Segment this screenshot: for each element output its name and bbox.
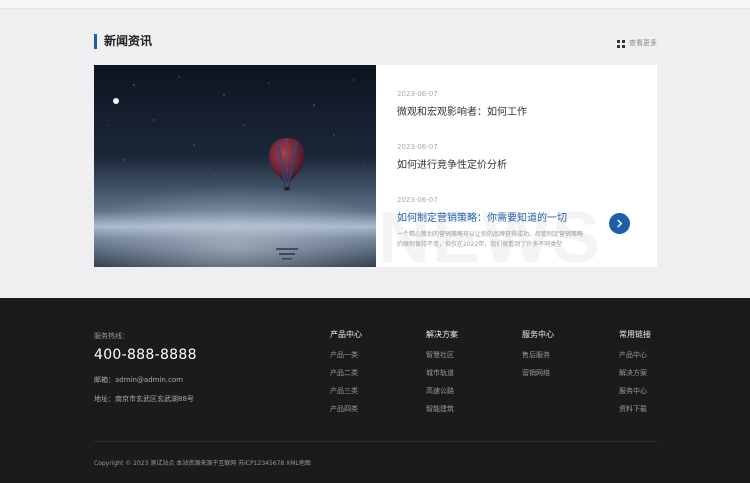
footer-link[interactable]: 解决方案 <box>619 369 651 378</box>
footer-link[interactable]: 售后服务 <box>522 351 554 360</box>
hot-air-balloon-night-image <box>94 65 376 267</box>
footer-link[interactable]: 高速公路 <box>426 387 458 396</box>
footer-link[interactable]: 城市轨道 <box>426 369 458 378</box>
news-title[interactable]: 如何进行竞争性定价分析 <box>397 159 507 172</box>
chevron-right-icon <box>617 219 623 228</box>
news-item[interactable]: 2023-06-07 如何进行竞争性定价分析 <box>397 143 507 172</box>
copyright-text: Copyright © 2023 测试站点 本站资源来源于互联网 苏ICP123… <box>94 460 311 467</box>
footer-column-heading: 产品中心 <box>330 330 362 339</box>
news-date: 2023-06-07 <box>397 143 438 151</box>
next-arrow-button[interactable] <box>609 213 630 234</box>
footer-divider <box>94 441 657 442</box>
footer-column-heading: 解决方案 <box>426 330 458 339</box>
news-title[interactable]: 微观和宏观影响者：如何工作 <box>397 106 527 119</box>
footer-column-heading: 常用链接 <box>619 330 651 339</box>
news-list: NEWS 2023-06-07 微观和宏观影响者：如何工作 2023-06-07… <box>376 65 657 267</box>
hotline-number: 400-888-8888 <box>94 347 197 363</box>
news-date: 2023-06-07 <box>397 90 438 98</box>
footer-link[interactable]: 产品二类 <box>330 369 362 378</box>
footer-column-links: 常用链接 产品中心 解决方案 服务中心 资料下载 <box>619 330 651 414</box>
news-summary: 一个精心策划的营销策略可以让你的品牌获得成功。尽管制定营销策略的原则保持不变，但… <box>397 231 584 248</box>
footer-column-products: 产品中心 产品一类 产品二类 产品三类 产品四类 <box>330 330 362 414</box>
contact-address: 地址：南京市玄武区玄武湖88号 <box>94 395 194 403</box>
grid-icon <box>617 39 625 48</box>
footer-column-heading: 服务中心 <box>522 330 554 339</box>
section-title: 新闻资讯 <box>94 34 152 49</box>
news-item-active[interactable]: 2023-06-07 如何制定营销策略：你需要知道的一切 一个精心策划的营销策略… <box>397 196 587 250</box>
news-item[interactable]: 2023-06-07 微观和宏观影响者：如何工作 <box>397 90 527 119</box>
contact-email: 邮箱：admin@admin.com <box>94 376 184 384</box>
news-hero-image[interactable] <box>94 65 376 267</box>
news-date: 2023-06-07 <box>397 196 438 204</box>
footer-link[interactable]: 服务中心 <box>619 387 651 396</box>
footer-link[interactable]: 智慧社区 <box>426 351 458 360</box>
footer-link[interactable]: 产品三类 <box>330 387 362 396</box>
footer-column-solutions: 解决方案 智慧社区 城市轨道 高速公路 智能建筑 <box>426 330 458 414</box>
footer-link[interactable]: 产品中心 <box>619 351 651 360</box>
footer-link[interactable]: 产品四类 <box>330 405 362 414</box>
footer-link[interactable]: 产品一类 <box>330 351 362 360</box>
hotline-label: 服务热线： <box>94 332 129 340</box>
footer-link[interactable]: 营销网络 <box>522 369 554 378</box>
news-title[interactable]: 如何制定营销策略：你需要知道的一切 <box>397 212 587 225</box>
footer: 服务热线： 400-888-8888 邮箱：admin@admin.com 地址… <box>0 298 750 483</box>
footer-column-service: 服务中心 售后服务 营销网络 <box>522 330 554 378</box>
footer-link[interactable]: 资料下载 <box>619 405 651 414</box>
top-strip <box>0 0 750 9</box>
footer-link[interactable]: 智能建筑 <box>426 405 458 414</box>
view-more-label: 查看更多 <box>629 39 657 47</box>
view-more-link[interactable]: 查看更多 <box>617 39 657 48</box>
